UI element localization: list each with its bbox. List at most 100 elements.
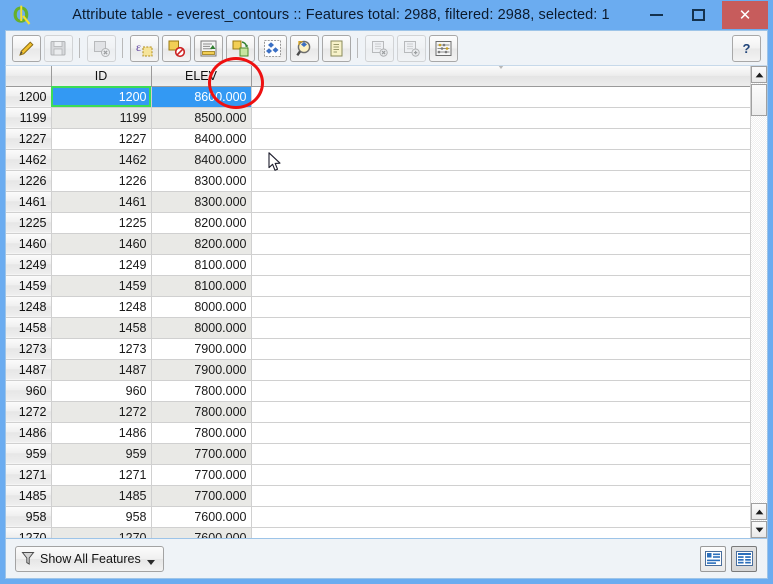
cell-elev[interactable]: 8100.000 [151,254,252,276]
row-header-cell[interactable]: 959 [6,443,52,465]
scroll-up-button-top[interactable] [751,66,767,83]
select-by-expression-button[interactable]: ε [129,34,159,62]
table-row[interactable]: 959 959 7700.000 [6,443,751,465]
row-header-cell[interactable]: 1226 [6,170,52,192]
table-row[interactable]: 1225 1225 8200.000 [6,212,751,234]
cell-id[interactable]: 1487 [51,359,152,381]
copy-rows-button[interactable] [321,34,351,62]
table-body[interactable]: 1200 1200 8600.000 1199 1199 8500.000 1227 1227… [6,86,751,538]
cell-id[interactable]: 1459 [51,275,152,297]
minimize-button[interactable] [636,1,676,29]
row-header-cell[interactable]: 1461 [6,191,52,213]
form-view-button[interactable] [700,545,726,572]
row-header-cell[interactable]: 1460 [6,233,52,255]
cell-elev[interactable]: 7700.000 [151,485,252,507]
cell-elev[interactable]: 8400.000 [151,149,252,171]
cell-id[interactable]: 1270 [51,527,152,538]
row-header-cell[interactable]: 1458 [6,317,52,339]
table-row[interactable]: 958 958 7600.000 [6,506,751,528]
table-row[interactable]: 1227 1227 8400.000 [6,128,751,150]
row-header-cell[interactable]: 1462 [6,149,52,171]
row-header-cell[interactable]: 1225 [6,212,52,234]
row-header-cell[interactable]: 1272 [6,401,52,423]
row-header-cell[interactable]: 1487 [6,359,52,381]
cell-id[interactable]: 1458 [51,317,152,339]
cell-id[interactable]: 1271 [51,464,152,486]
cell-id[interactable]: 1460 [51,233,152,255]
row-header-cell[interactable]: 1485 [6,485,52,507]
column-header-sort-indicator[interactable] [251,66,751,87]
title-bar[interactable]: Attribute table - everest_contours :: Fe… [0,0,773,30]
cell-elev[interactable]: 8300.000 [151,191,252,213]
table-row[interactable]: 1458 1458 8000.000 [6,317,751,339]
show-all-features-button[interactable]: Show All Features [15,545,164,572]
scrollbar-thumb[interactable] [751,84,767,116]
row-header-cell[interactable]: 1273 [6,338,52,360]
zoom-map-to-selection-button[interactable] [289,34,319,62]
cell-elev[interactable]: 8600.000 [151,86,252,108]
cell-elev[interactable]: 8100.000 [151,275,252,297]
cell-elev[interactable]: 8200.000 [151,233,252,255]
cell-id[interactable]: 1461 [51,191,152,213]
cell-id[interactable]: 1227 [51,128,152,150]
maximize-button[interactable] [678,1,718,29]
cell-elev[interactable]: 7700.000 [151,464,252,486]
column-header-corner[interactable] [6,66,52,87]
cell-elev[interactable]: 7700.000 [151,443,252,465]
cell-id[interactable]: 1485 [51,485,152,507]
cell-id[interactable]: 1226 [51,170,152,192]
cell-id[interactable]: 1273 [51,338,152,360]
table-row[interactable]: 1200 1200 8600.000 [6,86,751,108]
row-header-cell[interactable]: 1248 [6,296,52,318]
cell-id[interactable]: 1462 [51,149,152,171]
table-row[interactable]: 1487 1487 7900.000 [6,359,751,381]
table-row[interactable]: 1272 1272 7800.000 [6,401,751,423]
cell-elev[interactable]: 7800.000 [151,401,252,423]
pan-map-to-selection-button[interactable] [257,34,287,62]
cell-elev[interactable]: 7800.000 [151,380,252,402]
table-row[interactable]: 1271 1271 7700.000 [6,464,751,486]
cell-elev[interactable]: 7600.000 [151,527,252,538]
cell-id[interactable]: 959 [51,443,152,465]
table-row[interactable]: 1248 1248 8000.000 [6,296,751,318]
cell-elev[interactable]: 8300.000 [151,170,252,192]
save-edits-button[interactable] [43,34,73,62]
table-row[interactable]: 1486 1486 7800.000 [6,422,751,444]
invert-selection-button[interactable] [225,34,255,62]
table-row[interactable]: 960 960 7800.000 [6,380,751,402]
attribute-table[interactable]: ID ELEV 1200 1200 8600.000 1199 1199 8500.000… [6,66,751,538]
cell-id[interactable]: 1248 [51,296,152,318]
open-field-calculator-button[interactable] [428,34,458,62]
table-row[interactable]: 1485 1485 7700.000 [6,485,751,507]
cell-elev[interactable]: 8500.000 [151,107,252,129]
cell-id[interactable]: 1249 [51,254,152,276]
row-header-cell[interactable]: 958 [6,506,52,528]
row-header-cell[interactable]: 1227 [6,128,52,150]
table-row[interactable]: 1199 1199 8500.000 [6,107,751,129]
delete-selected-button[interactable] [86,34,116,62]
table-row[interactable]: 1249 1249 8100.000 [6,254,751,276]
column-header-id[interactable]: ID [51,66,152,87]
cell-elev[interactable]: 8400.000 [151,128,252,150]
row-header-cell[interactable]: 1486 [6,422,52,444]
new-column-button[interactable] [396,34,426,62]
cell-elev[interactable]: 7900.000 [151,338,252,360]
table-row[interactable]: 1226 1226 8300.000 [6,170,751,192]
cell-id[interactable]: 1486 [51,422,152,444]
toggle-editing-button[interactable] [11,34,41,62]
table-row[interactable]: 1460 1460 8200.000 [6,233,751,255]
cell-id[interactable]: 958 [51,506,152,528]
table-view-button[interactable] [731,545,757,572]
row-header-cell[interactable]: 1249 [6,254,52,276]
cell-id[interactable]: 1199 [51,107,152,129]
table-row[interactable]: 1462 1462 8400.000 [6,149,751,171]
cell-id[interactable]: 960 [51,380,152,402]
column-header-elev[interactable]: ELEV [151,66,252,87]
row-header-cell[interactable]: 1270 [6,527,52,538]
table-row[interactable]: 1273 1273 7900.000 [6,338,751,360]
cell-id[interactable]: 1272 [51,401,152,423]
scroll-up-button-bottom[interactable] [751,503,767,520]
table-row[interactable]: 1461 1461 8300.000 [6,191,751,213]
cell-elev[interactable]: 8000.000 [151,317,252,339]
row-header-cell[interactable]: 960 [6,380,52,402]
